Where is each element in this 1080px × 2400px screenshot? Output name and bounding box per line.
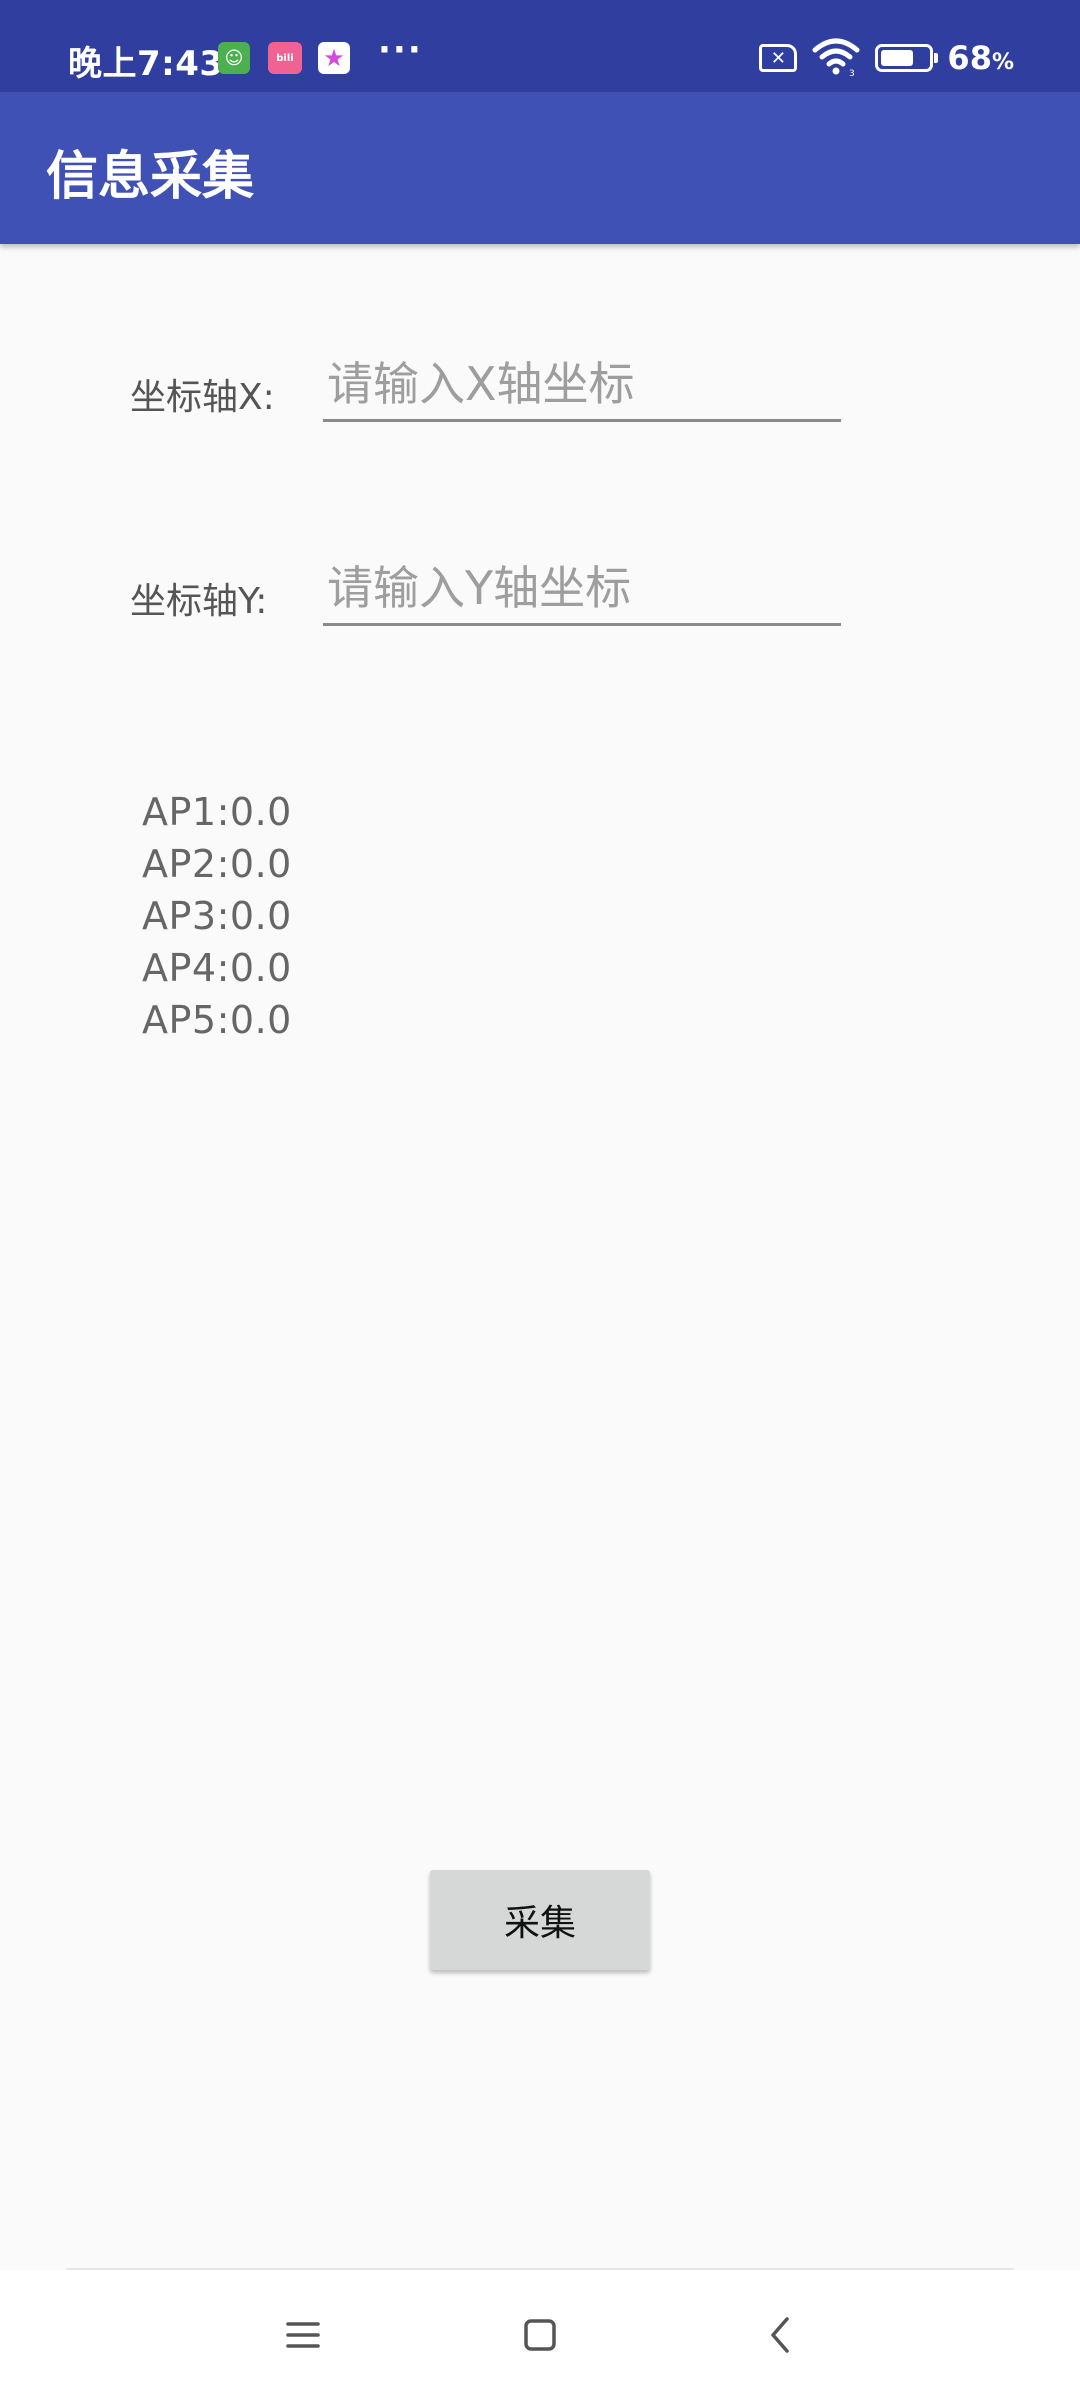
y-coordinate-label: 坐标轴Y: bbox=[130, 581, 268, 622]
status-bar: 晚上7:43 ☺ bili ★ ··· ✕ 3 68% bbox=[0, 0, 1080, 92]
ap4-reading: AP4:0.0 bbox=[142, 946, 292, 990]
home-icon[interactable] bbox=[505, 2300, 575, 2370]
wechat-like-icon: ☺ bbox=[218, 42, 250, 74]
wifi-icon: 3 bbox=[811, 36, 861, 80]
battery-percentage: 68% bbox=[947, 39, 1014, 77]
ap5-reading: AP5:0.0 bbox=[142, 998, 292, 1042]
status-time: 晚上7:43 bbox=[68, 44, 224, 84]
back-icon[interactable] bbox=[745, 2300, 815, 2370]
x-coordinate-input[interactable] bbox=[323, 348, 841, 422]
x-coordinate-label: 坐标轴X: bbox=[130, 377, 275, 418]
sim-off-icon: ✕ bbox=[759, 44, 798, 72]
page-title: 信息采集 bbox=[46, 147, 255, 207]
y-coordinate-input[interactable] bbox=[323, 552, 841, 626]
menu-icon[interactable] bbox=[268, 2300, 338, 2370]
system-navigation-bar bbox=[0, 2270, 1080, 2400]
star-app-icon: ★ bbox=[318, 42, 350, 74]
collect-button[interactable]: 采集 bbox=[430, 1870, 650, 1970]
bilibili-icon: bili bbox=[268, 42, 302, 74]
x-coordinate-row: 坐标轴X: bbox=[0, 330, 1080, 440]
y-coordinate-row: 坐标轴Y: bbox=[0, 534, 1080, 644]
status-indicators: ✕ 3 68% bbox=[759, 36, 1014, 80]
ap2-reading: AP2:0.0 bbox=[142, 842, 292, 886]
more-notifications-icon: ··· bbox=[378, 30, 423, 70]
ap1-reading: AP1:0.0 bbox=[142, 790, 292, 834]
app-toolbar: 信息采集 bbox=[0, 92, 1080, 244]
battery-icon bbox=[875, 44, 939, 72]
ap-readings-list: AP1:0.0 AP2:0.0 AP3:0.0 AP4:0.0 AP5:0.0 bbox=[142, 786, 292, 1046]
svg-text:3: 3 bbox=[849, 69, 855, 76]
ap3-reading: AP3:0.0 bbox=[142, 894, 292, 938]
battery-fill bbox=[881, 50, 913, 66]
